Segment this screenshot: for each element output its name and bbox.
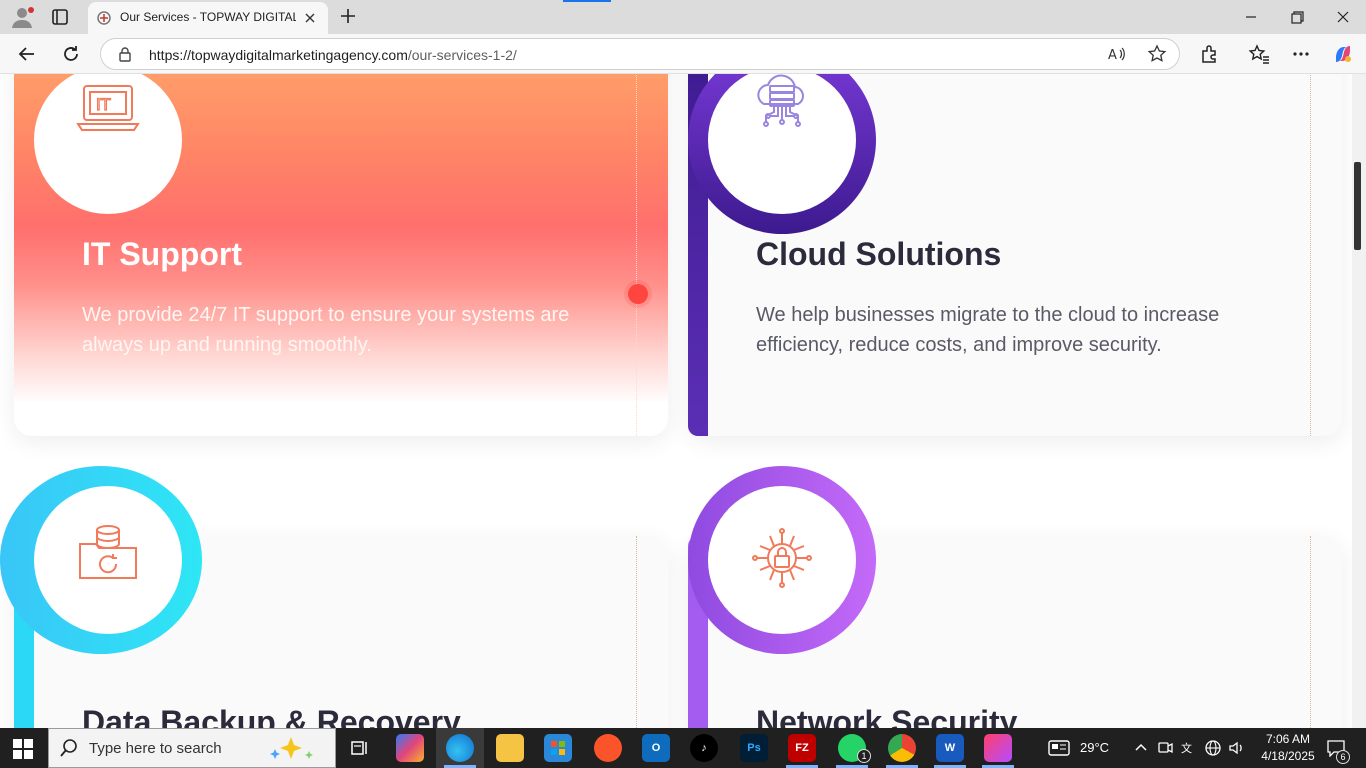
minimize-icon[interactable] [1240,6,1262,28]
url-host: https://topwaydigitalmarketingagency.com [149,47,408,63]
tab-close-icon[interactable] [302,10,318,26]
profile-notification-dot [28,7,34,13]
service-card-network-security[interactable]: Network Security [688,466,1342,728]
scrollbar-thumb[interactable] [1354,162,1361,250]
volume-icon[interactable] [1228,739,1246,757]
language-icon[interactable]: 文 [1180,739,1198,757]
clock-time[interactable]: 7:06 AM [1256,732,1320,746]
tab-actions-icon[interactable] [50,7,70,27]
edge-icon[interactable] [446,734,474,762]
more-options-icon[interactable] [1290,43,1312,65]
service-card-cloud-solutions[interactable]: Cloud Solutions We help businesses migra… [688,74,1342,436]
refresh-icon[interactable] [60,43,82,65]
tab-title: Our Services - TOPWAY DIGITAL MARKETING … [120,10,296,24]
windows-start-icon[interactable] [12,738,34,760]
lock-icon[interactable] [117,46,133,62]
network-globe-icon[interactable] [1204,739,1222,757]
weather-widget-icon[interactable] [1048,739,1070,757]
service-title: Network Security [756,704,1018,728]
service-card-it-support[interactable]: IT IT Support We provide 24/7 IT support… [14,74,668,436]
url-path: /our-services-1-2/ [407,47,517,63]
svg-text:文: 文 [1181,741,1192,755]
service-description: We help businesses migrate to the cloud … [756,304,1220,356]
clock-date[interactable]: 4/18/2025 [1256,749,1320,763]
word-icon[interactable]: W [936,734,964,762]
creative-cloud-icon[interactable] [984,734,1012,762]
url-text[interactable]: https://topwaydigitalmarketingagency.com… [149,47,517,63]
service-title: Data Backup & Recovery [82,704,461,728]
svg-text:IT: IT [96,95,111,114]
decorative-dot [628,284,648,304]
search-placeholder: Type here to search [89,740,222,757]
tab-strip-indicator [563,0,611,2]
whatsapp-badge: 1 [857,749,871,763]
filezilla-icon[interactable]: FZ [788,734,816,762]
card-divider-line [1310,74,1311,436]
service-title: Cloud Solutions [756,236,1002,272]
profile-avatar-icon[interactable] [10,6,34,28]
copilot-app-icon[interactable] [396,734,424,762]
outlook-icon[interactable]: O [642,734,670,762]
favorite-star-icon[interactable] [1147,44,1167,64]
cloud-server-icon [750,74,814,138]
show-hidden-icons-chevron-icon[interactable] [1132,739,1150,757]
service-title: IT Support [82,236,242,272]
page-scrollbar[interactable] [1352,74,1366,728]
tiktok-icon[interactable]: ♪ [690,734,718,762]
site-favicon-icon [96,10,112,26]
card-divider-line [636,74,637,436]
extensions-icon[interactable] [1198,43,1220,65]
browser-toolbar: https://topwaydigitalmarketingagency.com… [0,34,1366,74]
service-card-data-backup[interactable]: Data Backup & Recovery [0,466,668,728]
task-view-icon[interactable] [346,734,374,762]
card-divider-line [1310,536,1311,728]
photoshop-icon[interactable]: Ps [740,734,768,762]
circuit-lock-icon [750,526,814,590]
favorites-icon[interactable] [1248,43,1270,65]
page-content: IT IT Support We provide 24/7 IT support… [0,74,1366,728]
close-window-icon[interactable] [1332,6,1354,28]
restore-icon[interactable] [1286,6,1308,28]
file-explorer-icon[interactable] [496,734,524,762]
search-icon [59,738,79,758]
windows-taskbar: Type here to search O ♪ Ps FZ 1 W 29°C 文 [0,728,1366,768]
taskbar-search-box[interactable]: Type here to search [48,728,336,768]
active-browser-tab[interactable]: Our Services - TOPWAY DIGITAL MARKETING … [88,2,328,34]
address-bar[interactable]: https://topwaydigitalmarketingagency.com… [100,38,1180,70]
microsoft-store-icon[interactable] [544,734,572,762]
database-folder-icon [76,524,140,588]
it-laptop-icon: IT [76,78,140,142]
back-arrow-icon[interactable] [16,43,38,65]
svg-text:A: A [1108,48,1117,63]
new-tab-icon[interactable] [338,6,358,26]
service-description: We provide 24/7 IT support to ensure you… [82,304,570,356]
brave-browser-icon[interactable] [594,734,622,762]
browser-tab-strip: Our Services - TOPWAY DIGITAL MARKETING … [0,0,1366,34]
chrome-icon[interactable] [888,734,916,762]
notifications-badge: 6 [1336,750,1350,764]
weather-temperature[interactable]: 29°C [1080,740,1109,755]
read-aloud-icon[interactable]: A [1107,44,1127,64]
card-divider-line [636,536,637,728]
meet-now-icon[interactable] [1156,739,1174,757]
search-highlight-sparkle-icon [263,735,319,763]
copilot-icon[interactable] [1332,43,1354,65]
